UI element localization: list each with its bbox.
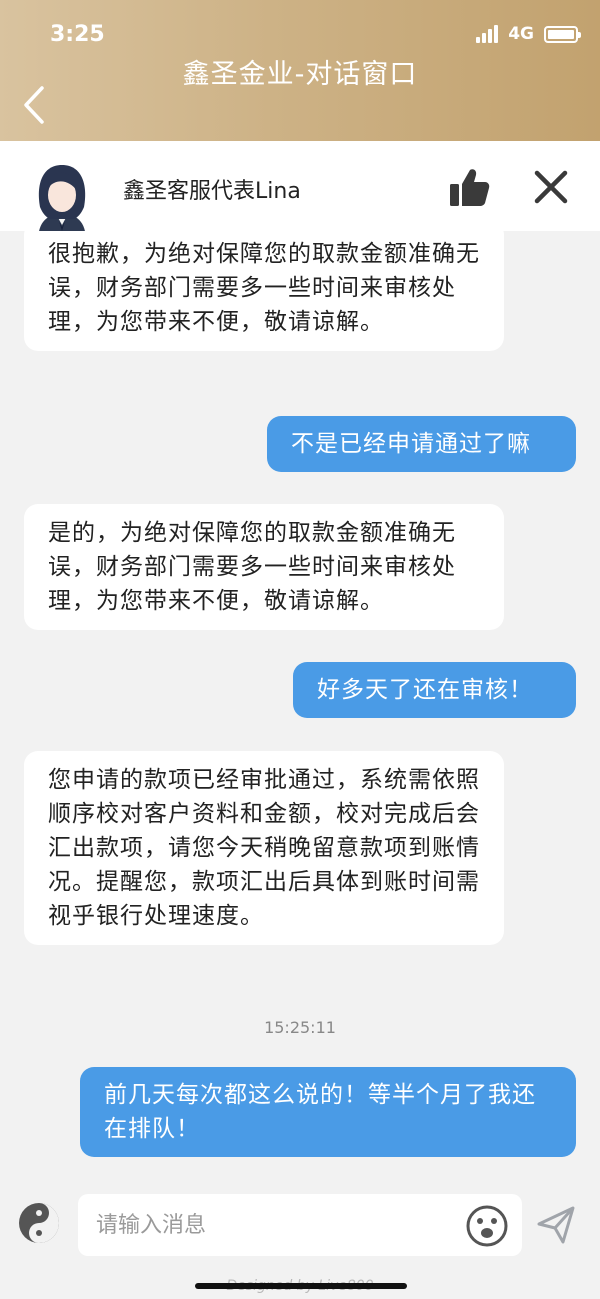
- status-indicators: 4G: [476, 24, 581, 44]
- page-title: 鑫圣金业-对话窗口: [182, 59, 418, 90]
- agent-avatar: [38, 165, 86, 241]
- yin-yang-icon[interactable]: [17, 1201, 61, 1245]
- network-type: 4G: [508, 24, 534, 44]
- message-input[interactable]: [78, 1194, 522, 1256]
- user-message: 不是已经申请通过了嘛: [267, 416, 576, 472]
- agent-name: 鑫圣客服代表Lina: [123, 179, 301, 204]
- agent-message: 很抱歉，为绝对保障您的取款金额准确无误，财务部门需要多一些时间来审核处理，为您带…: [24, 231, 504, 351]
- agent-bar: 鑫圣客服代表Lina: [0, 141, 600, 241]
- thumbs-up-icon[interactable]: [448, 166, 490, 208]
- message-list[interactable]: 很抱歉，为绝对保障您的取款金额准确无误，财务部门需要多一些时间来审核处理，为您带…: [0, 231, 600, 1186]
- signal-icon: [476, 25, 499, 43]
- close-icon[interactable]: [533, 169, 569, 205]
- message-timestamp: 15:25:11: [264, 1018, 336, 1037]
- back-arrow-icon[interactable]: [20, 84, 50, 126]
- status-time: 3:25: [50, 22, 105, 47]
- header-bar: 3:25 4G 鑫圣金业-对话窗口: [0, 0, 600, 141]
- chat-screen: 3:25 4G 鑫圣金业-对话窗口 鑫圣客服代表Lina 很抱歉，为绝对保障您的…: [0, 0, 600, 1299]
- agent-message: 是的，为绝对保障您的取款金额准确无误，财务部门需要多一些时间来审核处理，为您带来…: [24, 504, 504, 630]
- agent-message: 您申请的款项已经审批通过，系统需依照顺序校对客户资料和金额，校对完成后会汇出款项…: [24, 751, 504, 945]
- home-indicator: [195, 1283, 407, 1289]
- emoji-icon[interactable]: [465, 1204, 509, 1248]
- battery-icon: [544, 25, 581, 43]
- input-bar: Designed by Live800: [0, 1186, 600, 1299]
- user-message: 前几天每次都这么说的！等半个月了我还在排队！: [80, 1067, 576, 1157]
- user-message: 好多天了还在审核！: [293, 662, 576, 718]
- send-icon[interactable]: [535, 1204, 577, 1246]
